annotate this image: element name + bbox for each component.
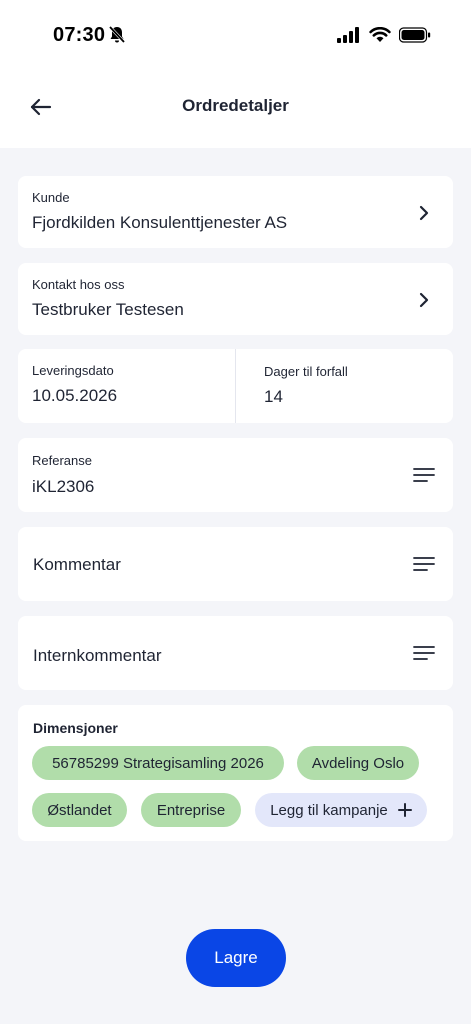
- bell-muted-icon: [108, 25, 126, 44]
- dimension-chip[interactable]: Avdeling Oslo: [297, 746, 419, 780]
- dimension-chip[interactable]: 56785299 Strategisamling 2026: [32, 746, 284, 780]
- comment-label: Kommentar: [33, 555, 121, 574]
- top-bar: 07:30 Ordredetaljer: [0, 0, 471, 148]
- dimensions-section: Dimensjoner 56785299 Strategisamling 202…: [18, 705, 453, 841]
- plus-icon: [397, 803, 412, 817]
- dimension-chip[interactable]: Entreprise: [141, 793, 241, 827]
- text-lines-icon: [413, 557, 435, 571]
- customer-value: Fjordkilden Konsulenttjenester AS: [32, 213, 288, 232]
- chevron-right-icon: [419, 205, 429, 221]
- delivery-date-label: Leveringsdato: [32, 363, 114, 378]
- contact-label: Kontakt hos oss: [32, 277, 125, 292]
- status-bar: 07:30: [0, 0, 471, 70]
- contact-value: Testbruker Testesen: [32, 300, 184, 319]
- date-row: Leveringsdato 10.05.2026 Dager til forfa…: [18, 349, 453, 423]
- signal-icon: [337, 27, 359, 43]
- chevron-right-icon: [419, 292, 429, 308]
- due-days-value: 14: [264, 387, 283, 406]
- status-time: 07:30: [53, 24, 106, 46]
- reference-label: Referanse: [32, 453, 92, 468]
- wifi-icon: [369, 27, 391, 42]
- contact-row[interactable]: Kontakt hos oss Testbruker Testesen: [18, 263, 453, 335]
- text-lines-icon: [413, 646, 435, 660]
- due-days-field[interactable]: Dager til forfall 14: [236, 349, 453, 423]
- save-button[interactable]: Lagre: [186, 929, 286, 987]
- battery-icon: [399, 27, 431, 43]
- page-title: Ordredetaljer: [182, 96, 289, 115]
- text-lines-icon: [413, 468, 435, 482]
- dimensions-title: Dimensjoner: [33, 720, 118, 736]
- due-days-label: Dager til forfall: [264, 364, 348, 379]
- reference-row[interactable]: Referanse iKL2306: [18, 438, 453, 512]
- customer-row[interactable]: Kunde Fjordkilden Konsulenttjenester AS: [18, 176, 453, 248]
- dimension-chip[interactable]: Østlandet: [32, 793, 127, 827]
- add-campaign-button[interactable]: Legg til kampanje: [255, 793, 427, 827]
- internal-comment-row[interactable]: Internkommentar: [18, 616, 453, 690]
- internal-comment-label: Internkommentar: [33, 646, 162, 665]
- add-campaign-label: Legg til kampanje: [270, 801, 388, 819]
- delivery-date-value: 10.05.2026: [32, 386, 118, 405]
- customer-label: Kunde: [32, 190, 70, 205]
- reference-value: iKL2306: [32, 477, 95, 496]
- header: Ordredetaljer: [0, 78, 471, 136]
- comment-row[interactable]: Kommentar: [18, 527, 453, 601]
- delivery-date-field[interactable]: Leveringsdato 10.05.2026: [18, 349, 235, 423]
